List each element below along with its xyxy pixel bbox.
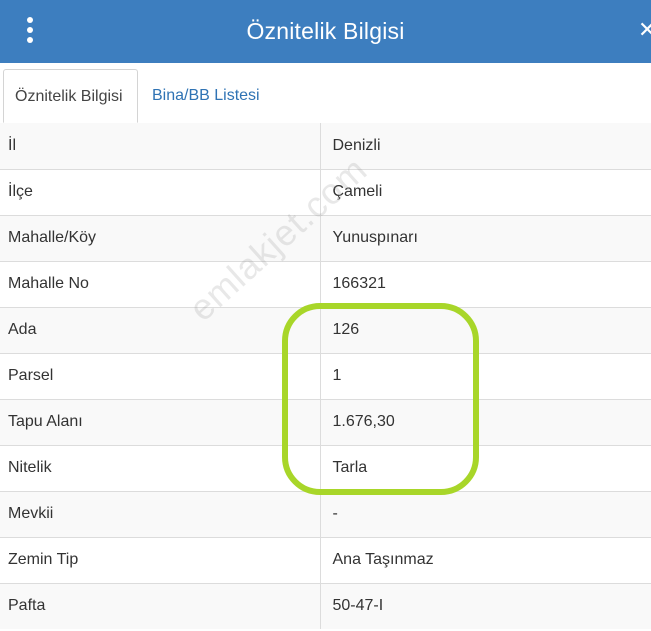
table-row: Nitelik Tarla — [0, 444, 651, 491]
row-key: Pafta — [0, 582, 321, 629]
row-key: İl — [0, 123, 321, 169]
tab-oznitelik-bilgisi[interactable]: Öznitelik Bilgisi — [3, 69, 138, 123]
row-key: Ada — [0, 306, 321, 353]
row-key: Mevkii — [0, 490, 321, 537]
close-icon[interactable]: ✕ — [638, 14, 651, 46]
table-row: İl Denizli — [0, 123, 651, 169]
row-value: Tarla — [320, 444, 651, 491]
table-row: Mahalle/Köy Yunuspınarı — [0, 214, 651, 261]
table-row: Pafta 50-47-I — [0, 582, 651, 629]
row-value: 126 — [320, 306, 651, 353]
table-row: İlçe Çameli — [0, 168, 651, 215]
table-row: Mahalle No 166321 — [0, 260, 651, 307]
row-value: 166321 — [320, 260, 651, 307]
row-value: Yunuspınarı — [320, 214, 651, 261]
table-row: Zemin Tip Ana Taşınmaz — [0, 536, 651, 583]
row-value: Ana Taşınmaz — [320, 536, 651, 583]
row-value: 1.676,30 — [320, 398, 651, 445]
row-value: 1 — [320, 352, 651, 399]
tab-bar: Öznitelik Bilgisi Bina/BB Listesi — [0, 63, 651, 124]
row-value: 50-47-I — [320, 582, 651, 629]
table-row: Tapu Alanı 1.676,30 — [0, 398, 651, 445]
row-key: Tapu Alanı — [0, 398, 321, 445]
tab-bina-bb-listesi[interactable]: Bina/BB Listesi — [141, 69, 271, 122]
row-value: Çameli — [320, 168, 651, 215]
table-row: Ada 126 — [0, 306, 651, 353]
table-row: Parsel 1 — [0, 352, 651, 399]
attribute-table: İl Denizli İlçe Çameli Mahalle/Köy Yunuspın… — [0, 123, 651, 629]
row-key: Nitelik — [0, 444, 321, 491]
row-value: Denizli — [320, 123, 651, 169]
page-title: Öznitelik Bilgisi — [246, 18, 405, 44]
row-key: İlçe — [0, 168, 321, 215]
table-row: Mevkii - — [0, 490, 651, 537]
header-bar: Öznitelik Bilgisi ✕ — [0, 0, 651, 63]
row-key: Parsel — [0, 352, 321, 399]
row-key: Mahalle/Köy — [0, 214, 321, 261]
row-key: Mahalle No — [0, 260, 321, 307]
row-key: Zemin Tip — [0, 536, 321, 583]
row-value: - — [320, 490, 651, 537]
